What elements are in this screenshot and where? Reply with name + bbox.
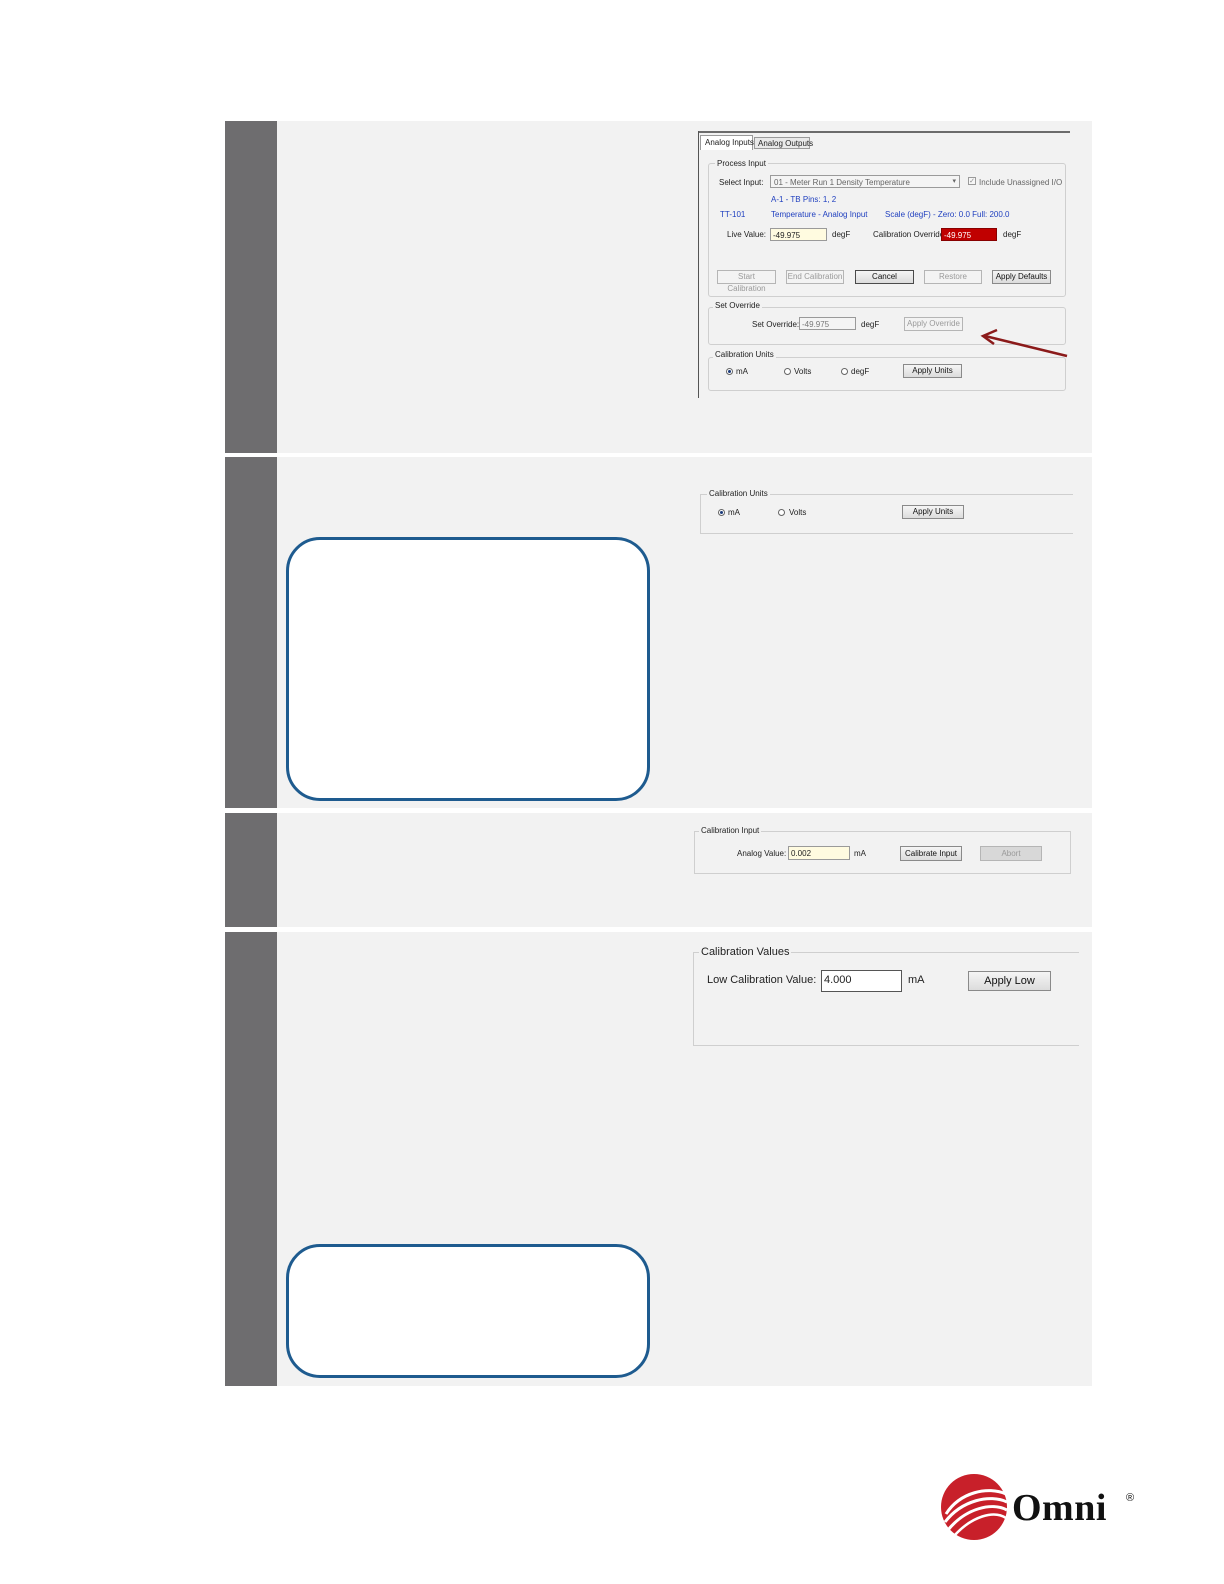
step-bar [225, 457, 277, 808]
abort-button[interactable]: Abort [980, 846, 1042, 861]
restore-button[interactable]: Restore [924, 270, 982, 284]
start-calibration-button[interactable]: Start Calibration [717, 270, 776, 293]
radio-label: Volts [789, 508, 807, 517]
field-value: -49.975 [773, 231, 801, 240]
select-input-label: Select Input: [719, 178, 764, 187]
group-label: Calibration Input [699, 826, 762, 835]
cancel-button[interactable]: Cancel [855, 270, 914, 284]
include-unassigned-checkbox[interactable]: ✓ [968, 177, 976, 185]
dropdown-value: 01 - Meter Run 1 Density Temperature [774, 178, 910, 187]
cal-override-unit: degF [1003, 230, 1022, 239]
cal-override-field: -49.975 [941, 228, 997, 241]
group-label: Calibration Units [713, 350, 776, 359]
field-value: 4.000 [824, 974, 852, 986]
radio-label: Volts [794, 367, 812, 376]
radio-label: degF [851, 367, 870, 376]
low-calibration-label: Low Calibration Value: [707, 974, 817, 986]
step-bar [225, 121, 277, 453]
pins-text: A-1 - TB Pins: 1, 2 [771, 195, 837, 204]
tab-label: Analog Inputs [705, 138, 754, 147]
omni-wordmark: Omni [1012, 1487, 1107, 1529]
radio-label: mA [736, 367, 748, 376]
arrow-pointer-icon [980, 328, 1068, 358]
step-bar [225, 813, 277, 927]
calibration-units-group [708, 357, 1066, 391]
apply-override-button[interactable]: Apply Override [904, 317, 963, 331]
chevron-down-icon: ▾ [952, 178, 956, 185]
tab-analog-outputs[interactable]: Analog Outputs [754, 137, 814, 149]
group-frame [700, 494, 1073, 534]
group-label: Calibration Values [699, 946, 792, 958]
calibration-input-window: Calibration Input Analog Value: 0.002 mA… [694, 824, 1072, 874]
note-callout [286, 1244, 650, 1378]
field-value: -49.975 [802, 320, 830, 329]
radio-ma[interactable] [718, 509, 725, 516]
tag-text: TT-101 [720, 210, 746, 219]
calibration-values-window: Calibration Values Low Calibration Value… [693, 944, 1079, 1046]
window-top-border [698, 131, 1070, 133]
window-left-border [698, 131, 699, 398]
apply-units-button[interactable]: Apply Units [902, 505, 964, 519]
set-override-label: Set Override: [752, 320, 800, 329]
calibrate-input-button[interactable]: Calibrate Input [900, 846, 962, 861]
cal-override-label: Calibration Override: [873, 230, 947, 239]
select-input-dropdown[interactable]: 01 - Meter Run 1 Density Temperature ▾ [770, 175, 960, 188]
field-value: -49.975 [944, 231, 972, 240]
checkmark-icon: ✓ [969, 178, 975, 185]
tab-analog-inputs[interactable]: Analog Inputs [700, 135, 754, 150]
group-label: Set Override [713, 301, 762, 310]
type-text: Temperature - Analog Input [771, 210, 868, 219]
tab-label: Analog Outputs [758, 139, 814, 148]
radio-label: mA [728, 508, 740, 517]
low-calibration-field[interactable]: 4.000 [821, 970, 902, 992]
apply-units-button[interactable]: Apply Units [903, 364, 962, 378]
group-label: Calibration Units [707, 489, 770, 498]
note-callout [286, 537, 650, 801]
radio-volts[interactable] [784, 368, 791, 375]
group-frame [693, 952, 1079, 1046]
field-value: 0.002 [791, 849, 812, 858]
omni-swirl-icon [941, 1474, 1008, 1540]
include-unassigned-label: Include Unassigned I/O [979, 178, 1063, 187]
analog-value-label: Analog Value: [737, 849, 787, 858]
scale-text: Scale (degF) - Zero: 0.0 Full: 200.0 [885, 210, 1010, 219]
registered-mark: ® [1126, 1492, 1135, 1504]
calibration-units-window: Calibration Units mA Volts Apply Units [700, 486, 1073, 534]
apply-defaults-button[interactable]: Apply Defaults [992, 270, 1051, 284]
unit-label: mA [854, 849, 866, 858]
set-override-field[interactable]: -49.975 [799, 317, 856, 330]
unit-label: mA [908, 974, 925, 986]
live-unit: degF [832, 230, 851, 239]
end-calibration-button[interactable]: End Calibration [786, 270, 844, 284]
group-label: Process Input [715, 159, 768, 168]
radio-degf[interactable] [841, 368, 848, 375]
apply-low-button[interactable]: Apply Low [968, 971, 1051, 991]
radio-ma[interactable] [726, 368, 733, 375]
live-value-label: Live Value: [727, 230, 766, 239]
set-override-unit: degF [861, 320, 880, 329]
analog-value-field[interactable]: 0.002 [788, 846, 850, 860]
omni-logo: Omni ® [940, 1472, 1140, 1542]
radio-volts[interactable] [778, 509, 785, 516]
live-value-field: -49.975 [770, 228, 827, 241]
step-bar [225, 932, 277, 1386]
